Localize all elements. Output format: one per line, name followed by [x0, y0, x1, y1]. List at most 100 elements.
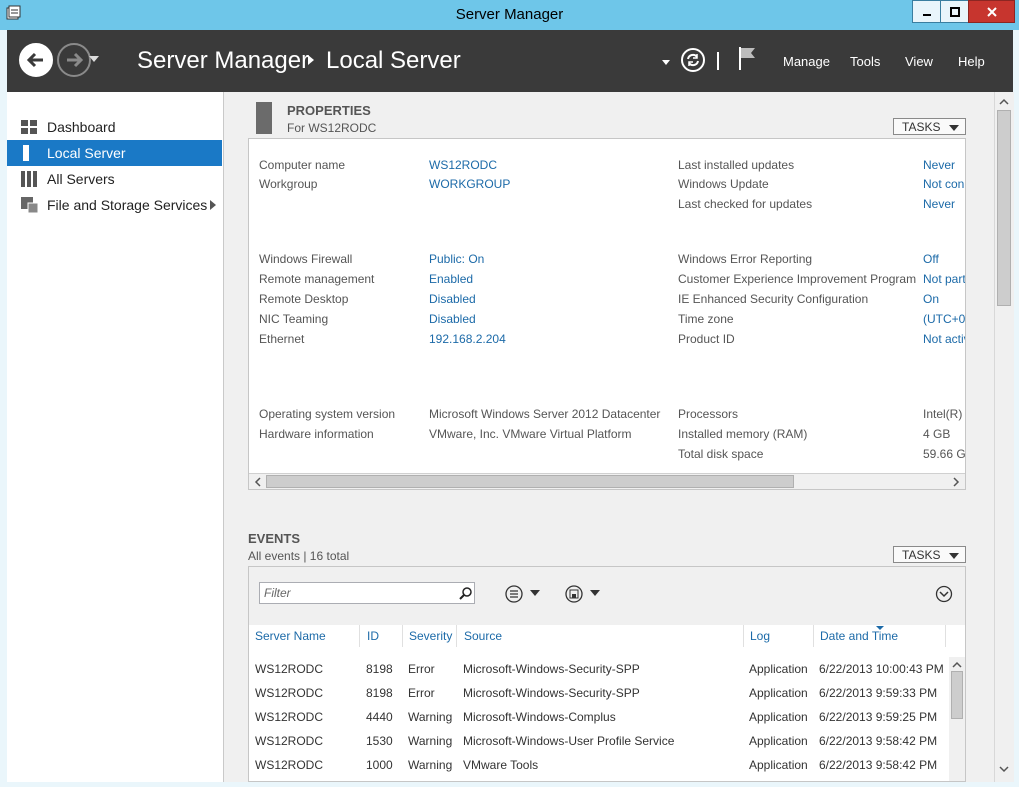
scroll-up-icon[interactable]	[996, 95, 1012, 109]
sidebar-item-all-servers[interactable]: All Servers	[7, 166, 222, 192]
column-header-date-time[interactable]: Date and Time	[820, 629, 898, 643]
properties-panel: Computer name WS12RODC Workgroup WORKGRO…	[248, 138, 966, 490]
row-cell-date[interactable]: 6/22/2013 9:58:42 PM	[819, 734, 937, 748]
prop-value-remote-management[interactable]: Enabled	[429, 272, 473, 286]
prop-value-ethernet[interactable]: 192.168.2.204	[429, 332, 506, 346]
row-cell-log[interactable]: Application	[749, 758, 808, 772]
prop-value-nic-teaming[interactable]: Disabled	[429, 312, 476, 326]
row-cell-severity[interactable]: Error	[408, 686, 435, 700]
maximize-icon	[949, 6, 960, 17]
filter-input[interactable]: Filter	[259, 582, 475, 604]
row-cell-id[interactable]: 4440	[366, 710, 393, 724]
menu-view[interactable]: View	[905, 54, 933, 69]
row-cell-server[interactable]: WS12RODC	[255, 758, 323, 772]
row-cell-id[interactable]: 1530	[366, 734, 393, 748]
row-cell-source[interactable]: Microsoft-Windows-Complus	[463, 710, 616, 724]
expand-circle-icon[interactable]	[935, 585, 953, 603]
maximize-button[interactable]	[940, 0, 969, 23]
row-cell-severity[interactable]: Warning	[408, 734, 452, 748]
notifications-flag-icon[interactable]	[737, 45, 759, 71]
prop-value-remote-desktop[interactable]: Disabled	[429, 292, 476, 306]
row-cell-source[interactable]: Microsoft-Windows-Security-SPP	[463, 686, 640, 700]
row-cell-severity[interactable]: Error	[408, 662, 435, 676]
prop-label: Processors	[678, 407, 739, 421]
scrollbar-thumb[interactable]	[997, 110, 1011, 306]
prop-value-error-reporting[interactable]: Off	[923, 252, 939, 266]
row-cell-server[interactable]: WS12RODC	[255, 662, 323, 676]
scrollbar-thumb[interactable]	[951, 671, 963, 719]
prop-value-firewall[interactable]: Public: On	[429, 252, 484, 266]
properties-tasks-button[interactable]: TASKS	[893, 118, 966, 135]
list-options-icon[interactable]	[504, 584, 524, 604]
row-cell-date[interactable]: 6/22/2013 9:59:33 PM	[819, 686, 937, 700]
sidebar-item-file-storage[interactable]: File and Storage Services	[7, 192, 222, 218]
scroll-down-icon[interactable]	[996, 762, 1012, 776]
prop-value-hardware: VMware, Inc. VMware Virtual Platform	[429, 427, 632, 441]
save-query-icon[interactable]	[564, 584, 584, 604]
row-cell-log[interactable]: Application	[749, 662, 808, 676]
refresh-icon[interactable]	[681, 48, 705, 72]
scroll-up-icon[interactable]	[950, 659, 964, 671]
expand-arrow-icon[interactable]	[210, 200, 216, 210]
prop-value-ceip[interactable]: Not part	[923, 272, 965, 286]
prop-value-workgroup[interactable]: WORKGROUP	[429, 177, 510, 191]
forward-button[interactable]	[57, 43, 91, 77]
row-cell-log[interactable]: Application	[749, 710, 808, 724]
row-cell-source[interactable]: VMware Tools	[463, 758, 538, 772]
events-vertical-scrollbar[interactable]	[949, 657, 965, 781]
menu-tools[interactable]: Tools	[850, 54, 880, 69]
prop-value-product-id[interactable]: Not activ	[923, 332, 965, 346]
back-arrow-icon	[22, 46, 50, 74]
row-cell-server[interactable]: WS12RODC	[255, 734, 323, 748]
chevron-down-icon	[949, 553, 959, 559]
search-icon[interactable]	[459, 586, 473, 600]
horizontal-scrollbar[interactable]	[249, 473, 965, 489]
menu-manage[interactable]: Manage	[783, 54, 830, 69]
minimize-button[interactable]	[912, 0, 941, 23]
row-cell-log[interactable]: Application	[749, 734, 808, 748]
prop-value-last-checked[interactable]: Never	[923, 197, 955, 211]
row-cell-source[interactable]: Microsoft-Windows-User Profile Service	[463, 734, 674, 748]
prop-value-last-installed-updates[interactable]: Never	[923, 158, 955, 172]
breadcrumb-dropdown-icon[interactable]	[662, 60, 670, 65]
row-cell-date[interactable]: 6/22/2013 10:00:43 PM	[819, 662, 944, 676]
back-button[interactable]	[19, 43, 53, 77]
sidebar-item-local-server[interactable]: Local Server	[7, 140, 222, 166]
prop-label: Operating system version	[259, 407, 396, 421]
row-cell-id[interactable]: 8198	[366, 662, 393, 676]
prop-value-computer-name[interactable]: WS12RODC	[429, 158, 497, 172]
scroll-left-icon[interactable]	[251, 475, 265, 489]
row-cell-severity[interactable]: Warning	[408, 758, 452, 772]
column-header-id[interactable]: ID	[367, 629, 379, 643]
column-header-source[interactable]: Source	[464, 629, 502, 643]
row-cell-id[interactable]: 1000	[366, 758, 393, 772]
row-cell-log[interactable]: Application	[749, 686, 808, 700]
scrollbar-thumb[interactable]	[266, 475, 794, 488]
prop-value-windows-update[interactable]: Not con	[923, 177, 964, 191]
prop-value-ie-esc[interactable]: On	[923, 292, 939, 306]
chevron-down-icon[interactable]	[530, 590, 540, 598]
close-button[interactable]	[968, 0, 1015, 23]
column-header-log[interactable]: Log	[750, 629, 770, 643]
menu-help[interactable]: Help	[958, 54, 985, 69]
breadcrumb-root[interactable]: Server Manager	[137, 47, 309, 75]
row-cell-server[interactable]: WS12RODC	[255, 710, 323, 724]
events-tasks-button[interactable]: TASKS	[893, 546, 966, 563]
main-vertical-scrollbar[interactable]	[994, 92, 1014, 782]
row-cell-date[interactable]: 6/22/2013 9:58:42 PM	[819, 758, 937, 772]
row-cell-id[interactable]: 8198	[366, 686, 393, 700]
history-dropdown-icon[interactable]	[89, 56, 99, 62]
sidebar-item-dashboard[interactable]: Dashboard	[7, 114, 222, 140]
column-divider	[359, 625, 360, 647]
row-cell-server[interactable]: WS12RODC	[255, 686, 323, 700]
prop-label: Customer Experience Improvement Program	[678, 272, 917, 286]
row-cell-source[interactable]: Microsoft-Windows-Security-SPP	[463, 662, 640, 676]
chevron-down-icon[interactable]	[590, 590, 600, 598]
storage-icon	[21, 197, 39, 214]
row-cell-date[interactable]: 6/22/2013 9:59:25 PM	[819, 710, 937, 724]
scroll-right-icon[interactable]	[949, 475, 963, 489]
row-cell-severity[interactable]: Warning	[408, 710, 452, 724]
prop-value-time-zone[interactable]: (UTC+02	[923, 312, 965, 326]
column-header-server-name[interactable]: Server Name	[255, 629, 326, 643]
column-header-severity[interactable]: Severity	[409, 629, 452, 643]
